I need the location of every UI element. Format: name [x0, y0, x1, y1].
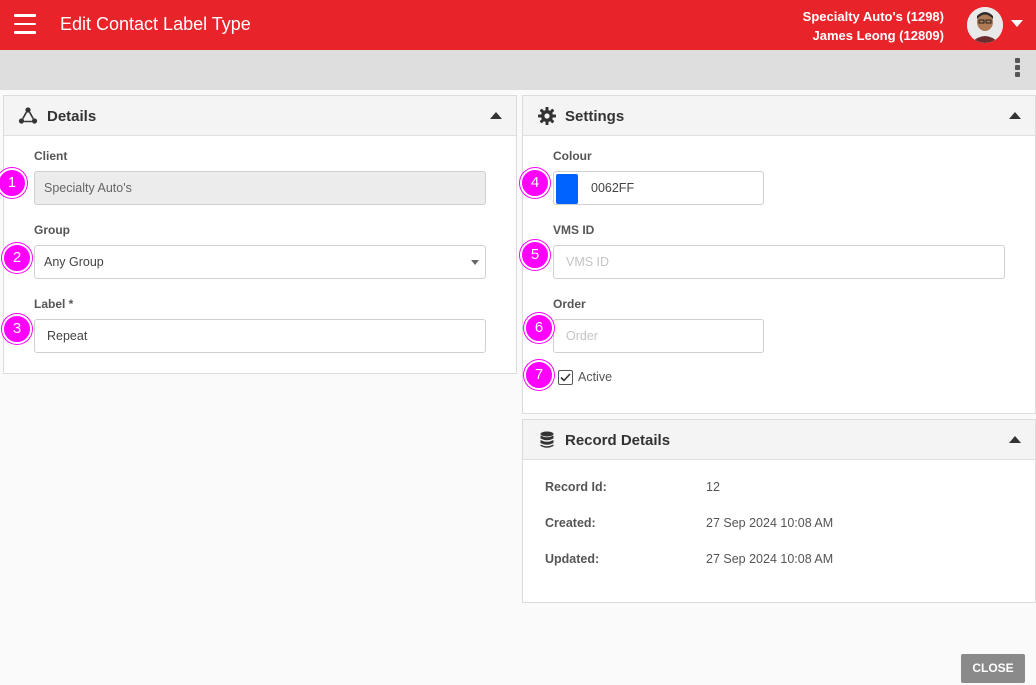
colour-value: 0062FF	[591, 181, 635, 195]
client-field: Specialty Auto's	[34, 171, 486, 205]
record-details-panel: Record Details	[522, 419, 1036, 603]
order-label: Order	[553, 297, 586, 311]
updated-label: Updated:	[545, 552, 600, 566]
colour-swatch[interactable]	[556, 174, 578, 204]
app-header: Edit Contact Label Type Specialty Auto's…	[0, 0, 1036, 50]
toolbar	[0, 50, 1036, 90]
group-label: Group	[34, 223, 70, 237]
group-select-value: Any Group	[44, 255, 104, 269]
user-menu-caret-icon[interactable]	[1011, 20, 1023, 27]
settings-panel-title: Settings	[565, 108, 625, 125]
active-label[interactable]: Active	[578, 370, 612, 384]
menu-icon[interactable]	[14, 14, 36, 34]
record-id-label: Record Id:	[545, 480, 607, 494]
annotation-marker-3: 3	[2, 314, 32, 344]
annotation-marker-5: 5	[520, 240, 550, 270]
close-button[interactable]: CLOSE	[961, 654, 1025, 683]
page-title: Edit Contact Label Type	[60, 14, 251, 34]
label-input[interactable]: Repeat	[34, 319, 486, 353]
colour-input[interactable]: 0062FF	[553, 171, 764, 205]
annotation-marker-2: 2	[2, 243, 32, 273]
record-details-panel-header[interactable]: Record Details	[523, 420, 1035, 460]
account-info: Specialty Auto's (1298) James Leong (128…	[803, 7, 944, 45]
user-name: James Leong (12809)	[812, 28, 944, 43]
record-details-panel-title: Record Details	[565, 432, 671, 449]
annotation-marker-7: 7	[524, 360, 554, 390]
collapse-caret-icon[interactable]	[1009, 436, 1021, 443]
vms-id-label: VMS ID	[553, 223, 595, 237]
group-select[interactable]: Any Group	[34, 245, 486, 279]
collapse-caret-icon[interactable]	[1009, 112, 1021, 119]
client-label: Client	[34, 149, 68, 163]
colour-label: Colour	[553, 149, 592, 163]
annotation-marker-4: 4	[520, 168, 550, 198]
details-panel-header[interactable]: Details	[4, 96, 516, 136]
more-options-icon[interactable]	[1010, 58, 1024, 82]
checkmark-icon	[560, 373, 571, 382]
order-input[interactable]: Order	[553, 319, 764, 353]
avatar[interactable]	[967, 7, 1003, 43]
vms-id-input[interactable]: VMS ID	[553, 245, 1005, 279]
dropdown-caret-icon	[471, 260, 479, 265]
gear-icon	[538, 107, 556, 125]
active-checkbox[interactable]	[558, 370, 573, 385]
annotation-marker-6: 6	[524, 313, 554, 343]
label-field-label: Label *	[34, 297, 74, 311]
details-panel-title: Details	[47, 108, 97, 125]
created-value: 27 Sep 2024 10:08 AM	[706, 516, 834, 530]
collapse-caret-icon[interactable]	[490, 112, 502, 119]
updated-value: 27 Sep 2024 10:08 AM	[706, 552, 834, 566]
record-id-value: 12	[706, 480, 720, 494]
settings-panel-header[interactable]: Settings	[523, 96, 1035, 136]
network-icon	[18, 107, 38, 124]
account-name: Specialty Auto's (1298)	[802, 9, 944, 24]
created-label: Created:	[545, 516, 596, 530]
database-icon	[540, 431, 554, 448]
